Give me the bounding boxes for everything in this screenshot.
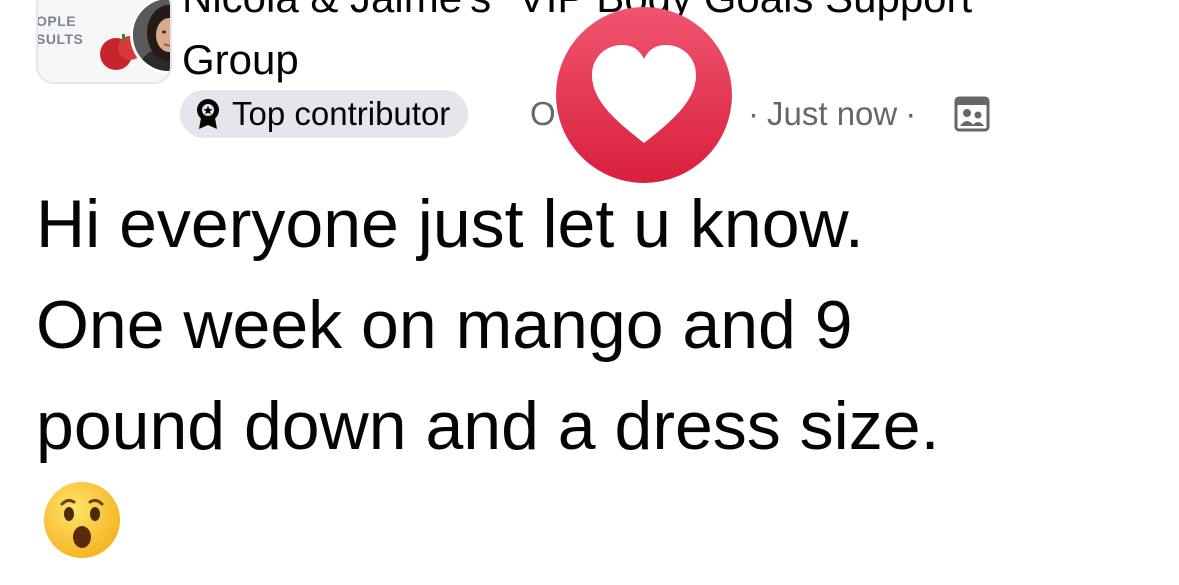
love-reaction-icon[interactable] [554, 5, 734, 185]
author-photo [133, 0, 170, 71]
group-members-icon[interactable] [954, 96, 990, 132]
post-line: One week on mango and 9 [36, 287, 853, 363]
group-avatar[interactable]: OPLE SULTS [36, 0, 172, 84]
group-name-continued[interactable]: Group [182, 36, 299, 84]
group-logo-text: OPLE SULTS [36, 13, 84, 47]
post-text: Hi everyone just let u know. One week on… [36, 174, 1166, 477]
post-line: pound down and a dress size. [36, 388, 940, 464]
astonished-face-emoji [44, 482, 120, 558]
separator-dot: · [748, 95, 759, 132]
post-time[interactable]: · Just now · [740, 94, 924, 134]
post-line: Hi everyone just let u know. [36, 186, 864, 262]
badge-label: Top contributor [232, 95, 451, 132]
author-name[interactable]: O [530, 94, 556, 134]
time-label: Just now [767, 95, 898, 132]
top-contributor-badge[interactable]: Top contributor [180, 90, 469, 138]
award-badge-icon [197, 99, 219, 129]
separator-dot: · [905, 95, 917, 132]
